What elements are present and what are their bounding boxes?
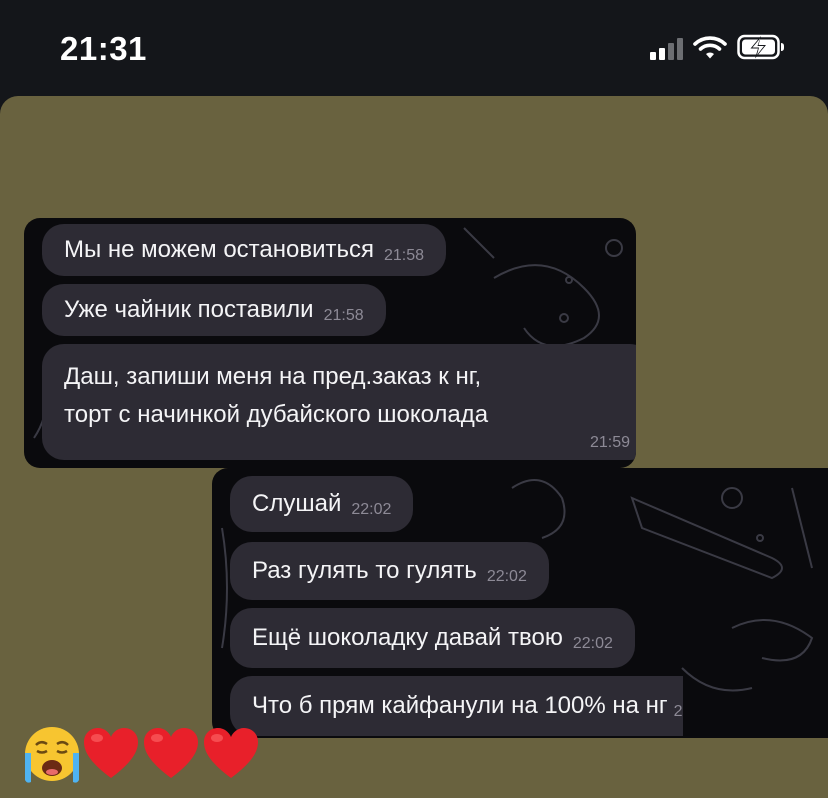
status-time: 21:31 [60, 30, 147, 67]
reaction-emojis [22, 724, 262, 784]
message-text: Слушай [252, 490, 342, 517]
message-bubble: Даш, запиши меня на пред.заказ к нг, тор… [42, 344, 636, 460]
red-heart-icon [144, 728, 198, 778]
wifi-icon [693, 36, 727, 59]
message-time: 21:58 [384, 247, 425, 264]
status-bar: 21:31 [0, 0, 828, 96]
red-heart-icon [204, 728, 258, 778]
chat-screenshot-bottom: Слушай 22:02 Раз гулять то гулять 22:02 … [212, 468, 828, 738]
message-bubble: Мы не можем остановиться 21:58 [42, 224, 447, 276]
message-time: 22:02 [351, 501, 392, 518]
message-text-line: Даш, запиши меня на пред.заказ к нг, [64, 363, 482, 390]
loudly-crying-face-icon [25, 727, 79, 783]
message-text: Раз гулять то гулять [252, 557, 477, 584]
message-text: Уже чайник поставили [64, 296, 314, 323]
message-bubble: Ещё шоколадку давай твою 22:02 [230, 608, 635, 668]
message-text-line: торт с начинкой дубайского шоколада [64, 401, 489, 428]
message-time: 22:02 [572, 635, 613, 652]
cellular-signal-icon [650, 36, 683, 60]
message-bubble: Уже чайник поставили 21:58 [42, 284, 386, 336]
message-bubble: Раз гулять то гулять 22:02 [230, 542, 549, 600]
red-heart-icon [84, 728, 138, 778]
message-time: 21:59 [589, 434, 630, 451]
message-time: 2 [673, 703, 683, 720]
message-time: 22:02 [486, 568, 527, 585]
message-time: 21:58 [323, 307, 364, 324]
message-bubble: Что б прям кайфанули на 100% на нг 2 [230, 676, 683, 736]
status-icons [650, 34, 787, 60]
message-bubble: Слушай 22:02 [230, 476, 414, 532]
chat-screenshot-top: Мы не можем остановиться 21:58 Уже чайни… [24, 218, 636, 468]
message-text: Мы не можем остановиться [64, 236, 374, 263]
message-text: Ещё шоколадку давай твою [252, 624, 563, 651]
message-text: Что б прям кайфанули на 100% на нг [252, 692, 668, 719]
battery-charging-icon [737, 34, 784, 60]
